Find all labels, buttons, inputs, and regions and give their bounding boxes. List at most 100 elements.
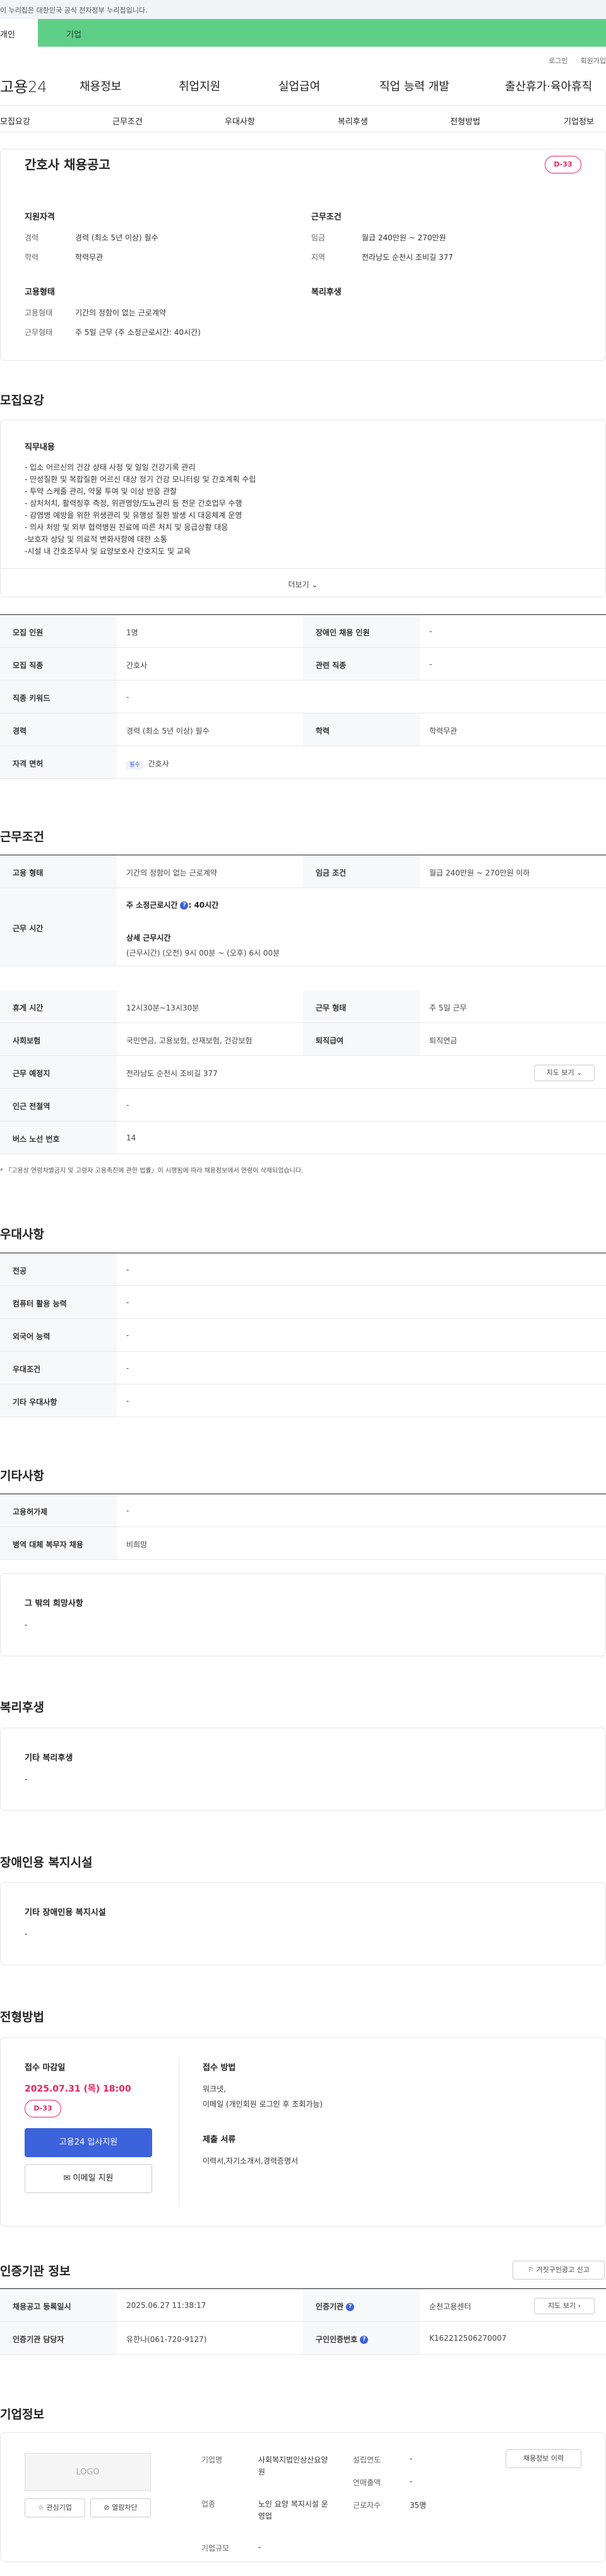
edu-label: 학력 (25, 253, 39, 262)
join-link[interactable]: 회원가입 (581, 56, 606, 66)
block-button[interactable]: ⊘ 열람차단 (90, 2498, 151, 2517)
row-label: 우대조건 (0, 1352, 117, 1384)
history-button[interactable]: 채용정보 이력 (506, 2449, 581, 2468)
duty-item: - 투약 스케줄 관리, 약물 투여 및 이상 반응 관찰 (25, 487, 177, 496)
section-nav: 모집요강 근무조건 우대사항 복리후생 전형방법 기업정보 (0, 106, 606, 132)
row-value: - (429, 660, 432, 669)
row-value: 필수 간호사 (126, 758, 169, 770)
tab-company[interactable]: 기업 (38, 19, 606, 47)
map-button[interactable]: 지도 보기 › (534, 2298, 595, 2314)
wage-label: 임금 (311, 233, 326, 242)
email-apply-button[interactable]: ✉ 이메일 지원 (25, 2164, 152, 2193)
required-badge: 필수 (126, 761, 143, 770)
table-row: 병역 대체 복무자 채용 비희망 (0, 1527, 606, 1560)
row-label: 컴퓨터 활용 능력 (0, 1286, 117, 1318)
row-label: 경력 (0, 713, 117, 746)
job-title: 간호사 채용공고 (25, 157, 110, 172)
age-note: * 『고용상 연령차별금지 및 고령자 고용촉진에 관한 법률』이 시행됨에 따… (0, 1168, 304, 1174)
table-row: 버스 노선 번호 14 (0, 1121, 606, 1154)
section-nav-conditions[interactable]: 근무조건 (112, 115, 143, 127)
duty-item: - 의사 처방 및 외부 협력병원 진료에 따른 처치 및 응급상황 대응 (25, 523, 229, 532)
selection-box: 접수 마감일 2025.07.31 (목) 18:00 D-33 고용24 입사… (0, 2037, 606, 2227)
section-nav-selection[interactable]: 전형방법 (450, 115, 480, 127)
block-icon: ⊘ (104, 2503, 110, 2512)
etc-title: 기타사항 (0, 1469, 44, 1483)
row-value: - (126, 1298, 129, 1307)
time-detail-value: (근무시간) (오전) 9시 00분 ~ (오후) 6시 00분 (126, 949, 280, 957)
emp-heading: 고용형태 (25, 288, 55, 297)
row-value: - (126, 1364, 129, 1373)
info-icon[interactable]: ? (180, 901, 189, 910)
row-label: 병역 대체 복무자 채용 (0, 1527, 117, 1559)
row-label: 학력 (303, 713, 420, 746)
info-icon[interactable]: ? (360, 2336, 369, 2344)
section-nav-preference[interactable]: 우대사항 (225, 115, 255, 127)
table-row: 휴게 시간 12시30분~13시30분 근무 형태 주 5일 근무 (0, 990, 606, 1023)
work-label: 근무형태 (25, 328, 53, 337)
duty-item: - 입소 어르신의 건강 상태 사정 및 일일 건강기록 관리 (25, 463, 196, 472)
table-row: 인근 전철역 - (0, 1089, 606, 1121)
row-label: 고용허가제 (0, 1494, 117, 1526)
table-row: 근무 예정지 전라남도 순천시 조비길 377 지도 보기 ⌄ (0, 1056, 606, 1089)
fav-company-button[interactable]: ☆ 관심기업 (25, 2498, 85, 2517)
row-value: - (126, 1506, 129, 1515)
row-value: - (126, 1265, 129, 1274)
table-row: 근무 시간 주 소정근로시간?: 40시간 상세 근무시간 (근무시간) (오전… (0, 888, 606, 966)
row-label: 모집 직종 (0, 648, 117, 680)
dday-badge: D-33 (545, 156, 581, 173)
chevron-down-icon: ⌄ (311, 580, 318, 589)
row-value: - (429, 627, 432, 636)
emp-type-label: 고용형태 (25, 308, 53, 317)
star-icon: ☆ (38, 2503, 44, 2512)
duty-item: -시설 내 간호조무사 및 요양보호사 간호지도 및 교육 (25, 547, 191, 556)
table-row: 모집 직종 간호사 관련 직종 - (0, 648, 606, 681)
gnb-item-employment-support[interactable]: 취업지원 (179, 78, 220, 94)
cond-title: 근무조건 (0, 830, 44, 844)
edu-value: 학력무관 (75, 253, 104, 262)
gov-banner: 이 누리집은 대한민국 공식 전자정부 누리집입니다. (0, 0, 606, 19)
more-button[interactable]: 더보기 ⌄ (1, 568, 605, 597)
table-row: 우대조건 - (0, 1352, 606, 1385)
duty-item: - 상처처치, 활력징후 측정, 위관영양/도뇨관리 등 전문 간호업무 수행 (25, 499, 242, 508)
table-row: 채용공고 등록일시 2025.06.27 11:38:17 인증기관? 순천고용센터 지… (0, 2289, 606, 2322)
duty-item: - 만성질환 및 복합질환 어르신 대상 정기 건강 모니터링 및 간호계획 수… (25, 475, 256, 484)
table-row: 자격 면허 필수 간호사 (0, 746, 606, 779)
map-button[interactable]: 지도 보기 ⌄ (534, 1065, 595, 1081)
region-value: 전라남도 순천시 조비길 377 (362, 253, 453, 262)
apply-button[interactable]: 고용24 입사지원 (25, 2128, 152, 2157)
login-link[interactable]: 로그인 (549, 56, 567, 66)
mail-icon: ✉ (63, 2174, 71, 2183)
emp-type-value: 기간의 정함이 없는 근로계약 (75, 308, 166, 317)
tab-personal[interactable]: 개인 (0, 19, 38, 47)
deadline: 2025.07.31 (목) 18:00 (25, 2084, 131, 2094)
gnb-item-job-training[interactable]: 직업 능력 개발 (379, 78, 449, 94)
career-value: 경력 (최소 5년 이상) 필수 (75, 233, 158, 242)
section-nav-welfare[interactable]: 복리후생 (338, 115, 368, 127)
row-label: 관련 직종 (303, 648, 420, 680)
gnb-item-unemployment-benefit[interactable]: 실업급여 (278, 78, 320, 94)
row-value: 경력 (최소 5년 이상) 필수 (126, 727, 210, 735)
gnb-item-jobs[interactable]: 채용정보 (80, 78, 121, 94)
info-icon[interactable]: ? (346, 2303, 355, 2311)
global-nav: 고용24 채용정보 취업지원 실업급여 직업 능력 개발 출산휴가·육아휴직 (0, 66, 606, 106)
cond-heading: 근무조건 (311, 213, 342, 222)
row-label: 직종 키워드 (0, 681, 117, 713)
row-value-text: 간호사 (148, 759, 169, 768)
section-nav-recruit[interactable]: 모집요강 (0, 115, 30, 127)
row-label: 자격 면허 (0, 746, 117, 778)
row-value: 학력무관 (429, 727, 458, 735)
dday-badge: D-33 (25, 2100, 61, 2117)
region-label: 지역 (311, 253, 326, 262)
row-label: 장애인 채용 인원 (303, 615, 420, 647)
company-title: 기업정보 (0, 2408, 44, 2421)
welfare-title: 복리후생 (0, 1701, 44, 1714)
time-detail-heading: 상세 근무시간 (126, 934, 171, 942)
row-value: 비희망 (126, 1540, 148, 1549)
util-menu: 로그인 회원가입 (0, 47, 606, 66)
table-row: 고용 형태 기간의 정함이 없는 근로계약 임금 조건 월급 240만원 ~ 270만… (0, 855, 606, 888)
report-button[interactable]: ⚐ 거짓구인광고 신고 (513, 2261, 605, 2280)
section-nav-company[interactable]: 기업정보 (564, 115, 594, 127)
table-row: 직종 키워드 - (0, 681, 606, 713)
table-row: 경력 경력 (최소 5년 이상) 필수 학력 학력무관 (0, 713, 606, 746)
gnb-item-parental-leave[interactable]: 출산휴가·육아휴직 (505, 78, 592, 94)
